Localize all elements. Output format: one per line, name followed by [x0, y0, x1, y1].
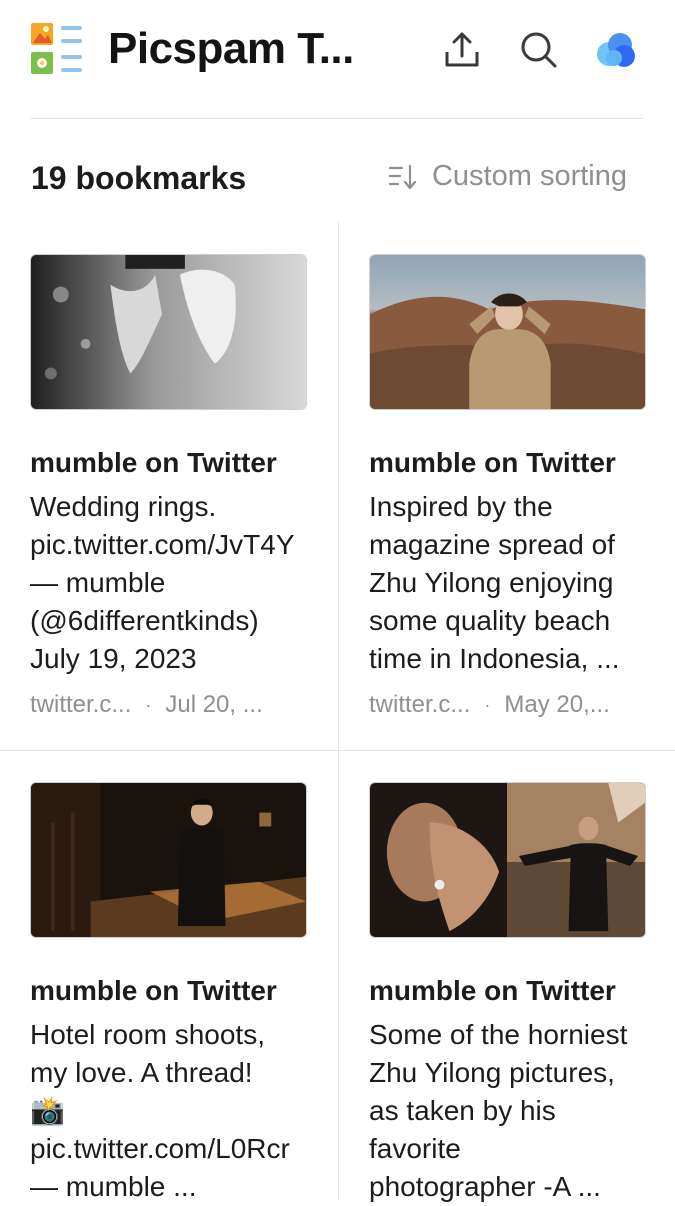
cloud-icon: [597, 33, 635, 67]
share-button[interactable]: [440, 28, 484, 72]
bookmark-thumbnail: [30, 254, 307, 410]
bookmark-thumbnail: [30, 782, 307, 938]
bookmark-date: May 20,...: [504, 691, 610, 718]
share-icon: [445, 32, 479, 67]
meta-separator: ·: [484, 695, 491, 715]
sort-button[interactable]: Custom sorting: [388, 160, 627, 193]
bookmark-thumbnail: [369, 782, 646, 938]
bookmark-title: mumble on Twitter: [30, 447, 277, 478]
collection-title: Picspam T...: [108, 24, 354, 73]
bookmark-card[interactable]: mumble on Twitter Hotel room shoots, my …: [30, 782, 310, 1206]
bookmark-description: Hotel room shoots, my love. A thread! 📸 …: [30, 1019, 290, 1202]
bookmark-description: Inspired by the magazine spread of Zhu Y…: [369, 491, 620, 674]
list-toolbar: 19 bookmarks Custom sorting: [0, 150, 675, 210]
bookmark-source: twitter.c...: [369, 691, 471, 718]
sort-icon: [388, 164, 417, 189]
grid-row-divider: [0, 750, 675, 751]
app-header: Picspam T...: [0, 0, 675, 118]
bookmark-card[interactable]: mumble on Twitter Wedding rings. pic.twi…: [30, 254, 310, 722]
cloud-sync-button[interactable]: [594, 28, 638, 72]
bookmark-title: mumble on Twitter: [369, 447, 616, 478]
bookmark-description: Wedding rings. pic.twitter.com/JvT4Y — m…: [30, 491, 295, 674]
grid-column-divider: [338, 222, 339, 1200]
bookmark-source: twitter.c...: [30, 691, 132, 718]
search-icon: [521, 32, 557, 68]
bookmark-meta: twitter.c... · Jul 20, ...: [30, 688, 310, 722]
bookmark-date: Jul 20, ...: [165, 691, 263, 718]
meta-separator: ·: [145, 695, 152, 715]
bookmark-card[interactable]: mumble on Twitter Inspired by the magazi…: [369, 254, 649, 722]
list-app-icon[interactable]: [30, 22, 84, 76]
search-button[interactable]: [517, 28, 561, 72]
header-divider: [30, 118, 644, 119]
bookmark-meta: twitter.c... · May 20,...: [369, 688, 649, 722]
bookmark-count: 19 bookmarks: [31, 160, 247, 196]
bookmark-card[interactable]: mumble on Twitter Some of the horniest Z…: [369, 782, 649, 1206]
bookmark-description: Some of the horniest Zhu Yilong pictures…: [369, 1019, 628, 1202]
bookmark-thumbnail: [369, 254, 646, 410]
sort-label: Custom sorting: [431, 160, 627, 192]
bookmark-title: mumble on Twitter: [369, 975, 616, 1006]
bookmark-title: mumble on Twitter: [30, 975, 277, 1006]
